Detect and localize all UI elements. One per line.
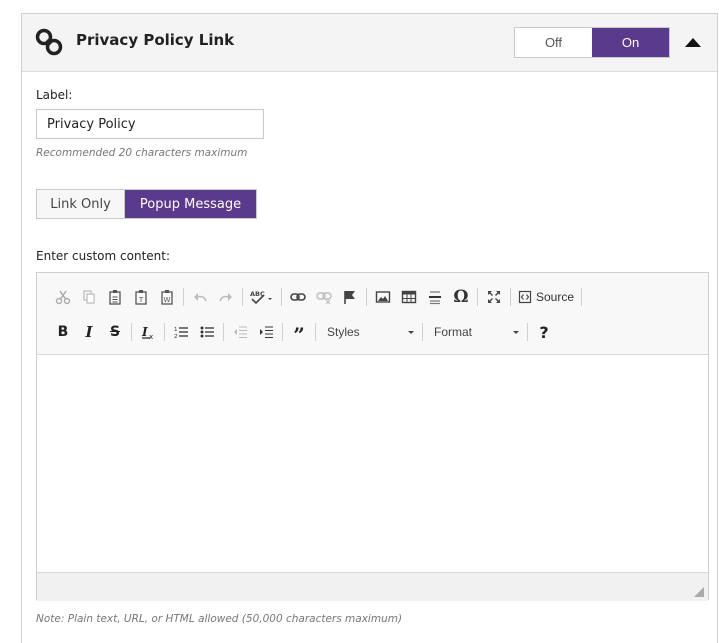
source-button[interactable]: Source [514,284,578,310]
panel-title: Privacy Policy Link [76,31,235,49]
blockquote-icon[interactable]: ” [286,319,312,345]
label-field-label: Label: [36,88,73,102]
editor-content-area[interactable] [37,355,708,572]
redo-icon[interactable] [213,284,239,310]
indent-icon[interactable] [253,319,279,345]
strikethrough-icon[interactable]: S [102,319,128,345]
format-label: Format [434,325,473,339]
toolbar-separator [164,323,165,341]
toolbar-row-1: T W ABC Ω Source [50,284,585,310]
toolbar-separator [183,288,184,306]
enable-toggle[interactable]: Off On [514,27,670,58]
undo-icon[interactable] [187,284,213,310]
paste-word-icon[interactable]: W [154,284,180,310]
toolbar-separator [527,323,528,341]
collapse-caret-icon[interactable] [685,38,701,47]
toolbar-separator [281,288,282,306]
label-hint: Recommended 20 characters maximum [36,147,248,159]
unlink-icon[interactable] [311,284,337,310]
bulleted-list-icon[interactable] [194,319,220,345]
toolbar-separator [366,288,367,306]
styles-dropdown[interactable]: Styles [319,319,419,345]
toggle-off-button[interactable]: Off [515,28,592,57]
content-note: Note: Plain text, URL, or HTML allowed (… [36,613,403,625]
svg-text:1: 1 [174,327,178,333]
toolbar-separator [581,288,583,306]
copy-icon[interactable] [76,284,102,310]
toolbar-separator [510,288,511,306]
content-field-label: Enter custom content: [36,249,171,263]
toolbar-separator [282,323,283,341]
maximize-icon[interactable] [481,284,507,310]
popup-message-button[interactable]: Popup Message [125,190,256,218]
toolbar-separator [242,288,243,306]
paste-icon[interactable] [102,284,128,310]
rich-text-editor: T W ABC Ω Source B I S I x 1 2 ” Styles … [36,272,709,601]
toolbar-separator [477,288,478,306]
mode-selector: Link Only Popup Message [36,189,257,219]
bold-icon[interactable]: B [50,319,76,345]
link-only-button[interactable]: Link Only [37,190,125,218]
editor-toolbar: T W ABC Ω Source B I S I x 1 2 ” Styles … [37,273,708,355]
toolbar-separator [315,323,316,341]
help-icon[interactable]: ? [531,319,557,345]
privacy-policy-panel: Privacy Policy Link Off On Label: Recomm… [21,13,718,643]
horizontal-rule-icon[interactable] [422,284,448,310]
remove-format-icon[interactable]: Ix [135,319,161,345]
image-icon[interactable] [370,284,396,310]
format-dropdown[interactable]: Format [426,319,524,345]
toolbar-separator [223,323,224,341]
source-icon [518,290,532,304]
toolbar-separator [131,323,132,341]
toggle-on-button[interactable]: On [592,28,669,57]
table-icon[interactable] [396,284,422,310]
italic-icon[interactable]: I [76,319,102,345]
anchor-flag-icon[interactable] [337,284,363,310]
editor-footer [37,572,708,601]
format-caret-icon [513,331,519,334]
svg-text:T: T [138,296,144,304]
spellcheck-icon[interactable]: ABC [246,284,278,310]
styles-caret-icon [408,331,414,334]
svg-text:I: I [141,325,148,339]
label-input[interactable] [36,109,264,139]
link-icon[interactable] [285,284,311,310]
panel-header: Privacy Policy Link Off On [22,14,717,72]
outdent-icon[interactable] [227,319,253,345]
resize-grip-icon[interactable] [694,587,704,597]
svg-text:2: 2 [174,334,178,340]
toolbar-row-2: B I S Ix 12 ” Styles Format ? [50,319,557,346]
special-character-icon[interactable]: Ω [448,284,474,310]
svg-text:x: x [149,333,153,340]
toolbar-separator [422,323,423,341]
numbered-list-icon[interactable]: 12 [168,319,194,345]
chain-link-icon [35,28,63,56]
styles-label: Styles [327,325,360,339]
source-label: Source [536,290,575,304]
svg-text:W: W [164,296,171,304]
paste-text-icon[interactable]: T [128,284,154,310]
cut-icon[interactable] [50,284,76,310]
